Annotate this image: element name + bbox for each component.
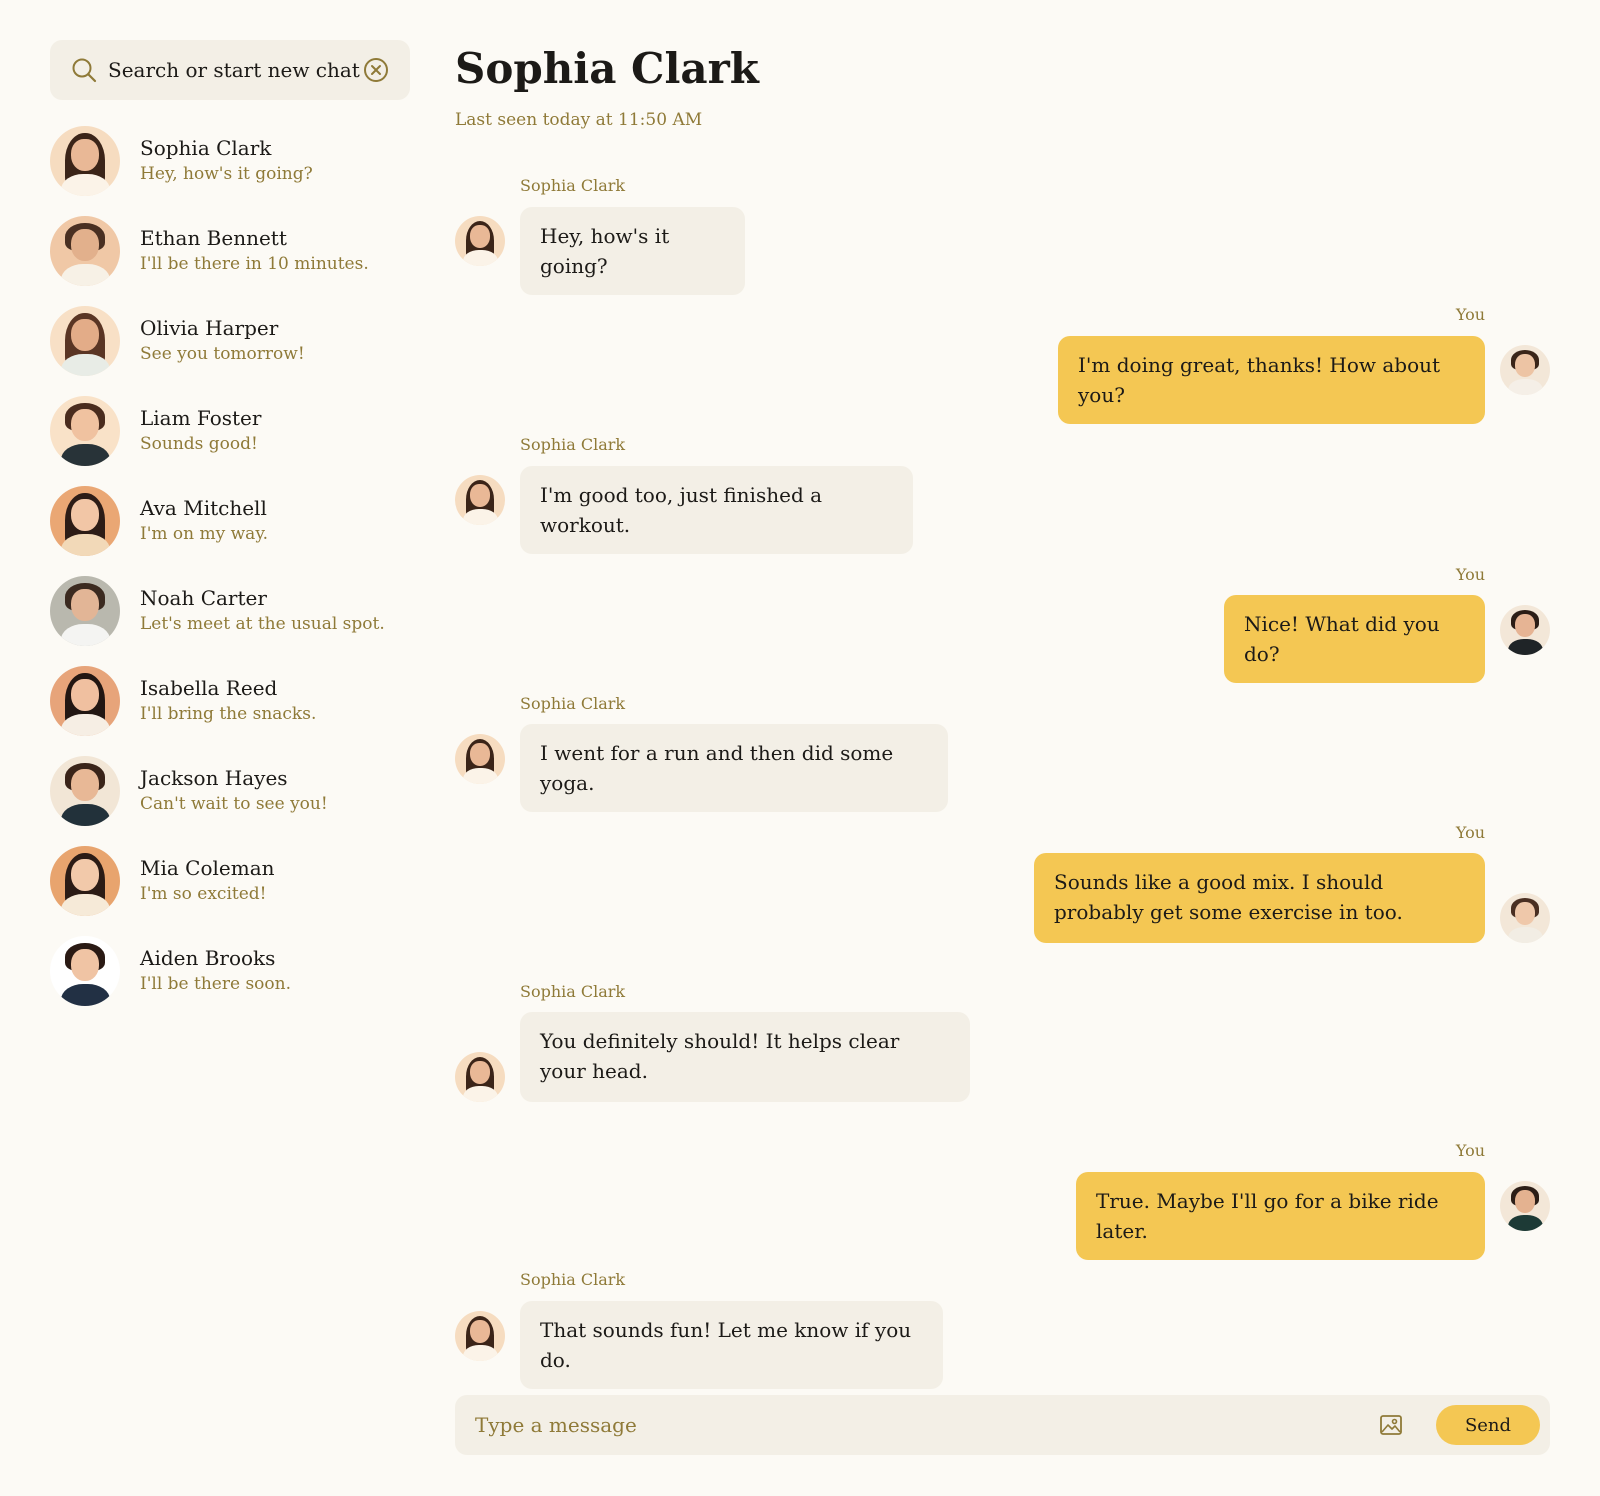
contact-name: Isabella Reed bbox=[140, 676, 278, 700]
contact-text: Noah Carter Let's meet at the usual spot. bbox=[140, 585, 385, 637]
message-sender: Sophia Clark bbox=[520, 694, 626, 713]
avatar bbox=[50, 576, 120, 646]
contact-last-message: I'm on my way. bbox=[140, 524, 269, 544]
contact-text: Isabella Reed I'll bring the snacks. bbox=[140, 675, 316, 727]
message-sender: You bbox=[1455, 565, 1485, 584]
contact-list: Sophia Clark Hey, how's it going? Ethan Be… bbox=[50, 126, 410, 1006]
contact-text: Ava Mitchell I'm on my way. bbox=[140, 495, 268, 547]
contact-item[interactable]: Mia Coleman I'm so excited! bbox=[50, 846, 410, 916]
my-avatar bbox=[1500, 893, 1550, 943]
contact-name: Sophia Clark bbox=[140, 136, 272, 160]
contact-last-message: I'm so excited! bbox=[140, 884, 267, 904]
contact-last-message: Sounds good! bbox=[140, 434, 258, 454]
contact-name: Mia Coleman bbox=[140, 856, 275, 880]
avatar bbox=[50, 756, 120, 826]
incoming-message-bubble: You definitely should! It helps clear yo… bbox=[520, 1012, 970, 1102]
avatar bbox=[50, 396, 120, 466]
outgoing-message-bubble: Sounds like a good mix. I should probabl… bbox=[1034, 853, 1485, 943]
incoming-message-bubble: I'm good too, just finished a workout. bbox=[520, 466, 913, 554]
contact-text: Ethan Bennett I'll be there in 10 minutes… bbox=[140, 225, 369, 277]
incoming-message-bubble: Hey, how's it going? bbox=[520, 207, 745, 295]
message-sender: Sophia Clark bbox=[520, 435, 626, 454]
contact-name: Olivia Harper bbox=[140, 316, 279, 340]
avatar bbox=[50, 306, 120, 376]
contact-text: Jackson Hayes Can't wait to see you! bbox=[140, 765, 328, 817]
contact-name: Jackson Hayes bbox=[140, 766, 288, 790]
contact-name: Liam Foster bbox=[140, 406, 262, 430]
contact-name: Ethan Bennett bbox=[140, 226, 287, 250]
contact-text: Olivia Harper See you tomorrow! bbox=[140, 315, 305, 367]
incoming-message-bubble: I went for a run and then did some yoga. bbox=[520, 724, 948, 812]
message-sender: You bbox=[1455, 823, 1485, 842]
contact-name: Ava Mitchell bbox=[140, 496, 267, 520]
contact-item[interactable]: Noah Carter Let's meet at the usual spot. bbox=[50, 576, 410, 646]
contact-item[interactable]: Aiden Brooks I'll be there soon. bbox=[50, 936, 410, 1006]
contact-last-message: I'll bring the snacks. bbox=[140, 704, 317, 724]
chat-title: Sophia Clark bbox=[455, 44, 759, 93]
message-composer: Send bbox=[455, 1395, 1550, 1455]
message-sender: Sophia Clark bbox=[520, 1270, 626, 1289]
outgoing-message-bubble: True. Maybe I'll go for a bike ride late… bbox=[1076, 1172, 1485, 1260]
my-avatar bbox=[1500, 1181, 1550, 1231]
avatar bbox=[50, 936, 120, 1006]
search-input[interactable] bbox=[108, 58, 362, 82]
contact-name: Noah Carter bbox=[140, 586, 267, 610]
message-sender: You bbox=[1455, 305, 1485, 324]
avatar bbox=[50, 846, 120, 916]
message-input[interactable] bbox=[475, 1413, 1376, 1437]
contact-last-message: I'll be there in 10 minutes. bbox=[140, 254, 369, 274]
message-sender: Sophia Clark bbox=[520, 982, 626, 1001]
contact-text: Sophia Clark Hey, how's it going? bbox=[140, 135, 313, 187]
contact-text: Liam Foster Sounds good! bbox=[140, 405, 261, 457]
contact-last-message: Can't wait to see you! bbox=[140, 794, 328, 814]
avatar bbox=[50, 216, 120, 286]
search-bar[interactable] bbox=[50, 40, 410, 100]
contact-item[interactable]: Jackson Hayes Can't wait to see you! bbox=[50, 756, 410, 826]
my-avatar bbox=[1500, 605, 1550, 655]
contact-text: Aiden Brooks I'll be there soon. bbox=[140, 945, 291, 997]
contact-last-message: Let's meet at the usual spot. bbox=[140, 614, 385, 634]
message-sender: You bbox=[1455, 1141, 1485, 1160]
incoming-message-bubble: That sounds fun! Let me know if you do. bbox=[520, 1301, 943, 1389]
outgoing-message-bubble: Nice! What did you do? bbox=[1224, 595, 1485, 683]
search-icon bbox=[70, 56, 98, 84]
sender-avatar bbox=[455, 475, 505, 525]
contact-text: Mia Coleman I'm so excited! bbox=[140, 855, 275, 907]
image-icon[interactable] bbox=[1376, 1410, 1406, 1440]
contact-item[interactable]: Isabella Reed I'll bring the snacks. bbox=[50, 666, 410, 736]
last-seen-status: Last seen today at 11:50 AM bbox=[455, 110, 703, 130]
message-sender: Sophia Clark bbox=[520, 176, 626, 195]
my-avatar bbox=[1500, 345, 1550, 395]
sender-avatar bbox=[455, 734, 505, 784]
contact-last-message: See you tomorrow! bbox=[140, 344, 305, 364]
contact-item[interactable]: Ethan Bennett I'll be there in 10 minutes… bbox=[50, 216, 410, 286]
send-button[interactable]: Send bbox=[1436, 1405, 1540, 1445]
sender-avatar bbox=[455, 216, 505, 266]
contact-name: Aiden Brooks bbox=[140, 946, 276, 970]
contact-last-message: I'll be there soon. bbox=[140, 974, 291, 994]
avatar bbox=[50, 126, 120, 196]
contact-item[interactable]: Ava Mitchell I'm on my way. bbox=[50, 486, 410, 556]
clear-search-icon[interactable] bbox=[362, 56, 390, 84]
contact-last-message: Hey, how's it going? bbox=[140, 164, 313, 184]
chat-panel: Sophia Clark Last seen today at 11:50 AM… bbox=[455, 0, 1550, 1496]
avatar bbox=[50, 486, 120, 556]
sender-avatar bbox=[455, 1052, 505, 1102]
avatar bbox=[50, 666, 120, 736]
chat-sidebar: Sophia Clark Hey, how's it going? Ethan Be… bbox=[50, 40, 410, 1026]
sender-avatar bbox=[455, 1311, 505, 1361]
contact-item[interactable]: Olivia Harper See you tomorrow! bbox=[50, 306, 410, 376]
contact-item[interactable]: Sophia Clark Hey, how's it going? bbox=[50, 126, 410, 196]
outgoing-message-bubble: I'm doing great, thanks! How about you? bbox=[1058, 336, 1485, 424]
contact-item[interactable]: Liam Foster Sounds good! bbox=[50, 396, 410, 466]
